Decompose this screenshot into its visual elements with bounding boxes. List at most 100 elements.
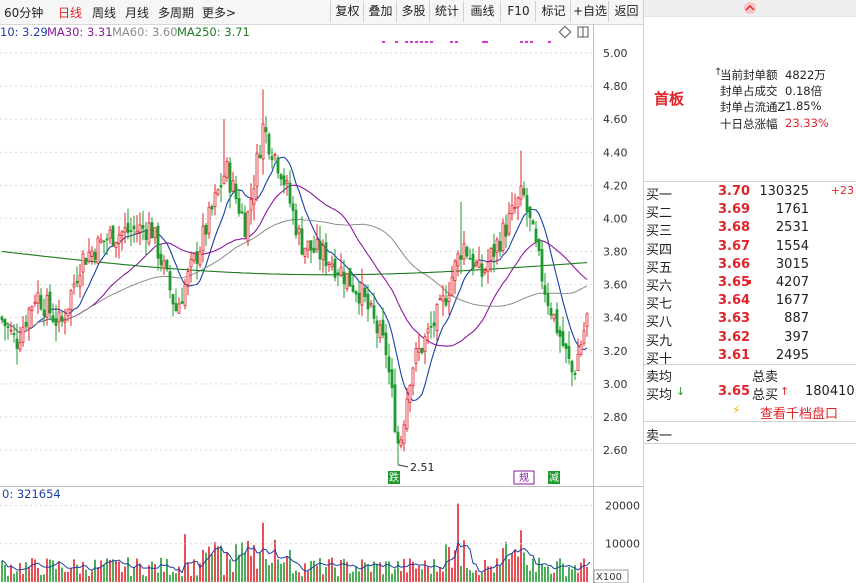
chevron-up-icon[interactable]: [644, 0, 856, 16]
ma30-line: [1, 184, 588, 347]
candle-body: [222, 175, 226, 184]
candle-body: [96, 237, 100, 264]
mark-button[interactable]: 标记: [535, 1, 571, 22]
panel-toggle-icon[interactable]: [577, 26, 589, 38]
candle-body: [105, 238, 109, 241]
candle-body: [462, 243, 466, 260]
tag-reduce[interactable]: 减: [548, 471, 560, 484]
candle-body: [390, 369, 394, 389]
tab-daily[interactable]: 日线: [58, 4, 82, 21]
candle-body: [330, 263, 334, 268]
adjust-button[interactable]: 复权: [330, 1, 364, 22]
buy-level-label: 买八: [646, 315, 673, 331]
stat-label-2: 封单占流通Z: [720, 100, 786, 114]
buy-level-row[interactable]: 买七 3.64 1677: [644, 293, 856, 312]
tag-fall[interactable]: 跌: [388, 471, 400, 484]
buy-level-row[interactable]: 买三 3.68 2531: [644, 220, 856, 239]
panel-collapse-bar[interactable]: [644, 0, 856, 17]
candle-body: [90, 250, 94, 258]
buy-level-label: 买六: [646, 279, 673, 294]
buy-level-row[interactable]: 买一 3.70 130325 +23: [644, 184, 856, 203]
candle-body: [567, 345, 571, 359]
candle-body: [522, 188, 526, 196]
event-dot: [410, 41, 413, 43]
diamond-icon[interactable]: [558, 25, 572, 39]
candle-body: [498, 241, 502, 252]
candle-body: [486, 261, 490, 272]
add-watchlist-button[interactable]: +自选: [570, 1, 609, 22]
candle-body: [564, 343, 568, 349]
overlay-button[interactable]: 叠加: [363, 1, 397, 22]
candle-body: [57, 311, 61, 323]
candle-body: [546, 293, 550, 307]
candle-body: [435, 304, 439, 331]
candle-body: [171, 294, 175, 305]
candle-body: [210, 206, 214, 210]
candle-body: [240, 211, 244, 214]
back-button[interactable]: 返回: [608, 1, 644, 22]
candle-body: [123, 227, 127, 233]
tag-rule[interactable]: 规: [513, 470, 535, 485]
candle-body: [24, 322, 28, 327]
view-ten-levels-link[interactable]: 查看千档盘口: [760, 403, 838, 422]
candle-body: [507, 213, 511, 235]
buy-level-price: 3.69: [718, 202, 751, 218]
buy-level-row[interactable]: 买四 3.67 1554: [644, 239, 856, 258]
buy-level-row[interactable]: 买六 3.65 4207: [644, 275, 856, 294]
candle-body: [444, 298, 448, 306]
candle-body: [558, 329, 562, 337]
tab-60min[interactable]: 60分钟: [4, 4, 43, 21]
tab-monthly[interactable]: 月线: [125, 4, 149, 21]
candle-body: [489, 248, 493, 261]
candle-body: [282, 175, 286, 186]
candle-body: [294, 210, 298, 236]
avg-buy-label: 买均: [646, 388, 673, 403]
tab-weekly[interactable]: 周线: [92, 4, 116, 21]
candle-body: [501, 222, 505, 251]
candle-body: [267, 133, 271, 155]
candle-body: [360, 282, 364, 306]
candle-body: [129, 230, 133, 232]
candle-body: [243, 212, 247, 238]
tab-multi-period[interactable]: 多周期: [158, 4, 194, 21]
buy-level-row[interactable]: 买二 3.69 1761: [644, 202, 856, 221]
ma10-line: [1, 156, 588, 402]
buy-level-volume: 1554: [775, 238, 809, 254]
candle-body: [420, 348, 424, 354]
buy-level-row[interactable]: 买八 3.63 887: [644, 311, 856, 330]
volume-axis: 20000 10000: [0, 499, 640, 551]
draw-line-button[interactable]: 画线: [463, 1, 501, 22]
candle-body: [93, 251, 97, 261]
buy-level-row[interactable]: 买五 3.66 3015: [644, 257, 856, 276]
candle-body: [18, 342, 22, 350]
event-dot: [525, 41, 528, 43]
statistics-button[interactable]: 统计: [429, 1, 464, 22]
tab-more[interactable]: 更多>: [202, 4, 236, 21]
candle-body: [168, 271, 172, 291]
candle-body: [519, 185, 523, 200]
candle-body: [162, 260, 166, 269]
buy-level-price: 3.68: [718, 220, 751, 236]
buy-level-row[interactable]: 买九 3.62 397: [644, 330, 856, 349]
candle-body: [402, 424, 406, 444]
candle-body: [3, 319, 7, 327]
kline-chart[interactable]: 5.00 4.80 4.60 4.40 4.20 4.00 3.80 3.60 3.40 3.20…: [0, 24, 643, 583]
candle-body: [159, 253, 163, 266]
ma60-line: [1, 218, 588, 334]
total-buy-label: 总买: [752, 388, 779, 403]
f10-button[interactable]: F10: [500, 1, 536, 22]
tag-fall-label: 跌: [389, 471, 399, 484]
candle-body: [21, 326, 25, 343]
buy-level-volume: 130325: [759, 184, 809, 199]
candle-body: [378, 324, 382, 339]
candle-body: [102, 240, 106, 243]
candle-body: [324, 242, 328, 267]
moving-average-lines: [1, 156, 588, 402]
candle-body: [465, 246, 469, 257]
buy-level-label: 买一: [646, 188, 673, 203]
candle-body: [201, 225, 205, 252]
candle-body: [9, 329, 13, 332]
buy-level-price: 3.63: [718, 311, 751, 327]
multi-stock-button[interactable]: 多股: [396, 1, 430, 22]
candle-body: [87, 251, 91, 262]
